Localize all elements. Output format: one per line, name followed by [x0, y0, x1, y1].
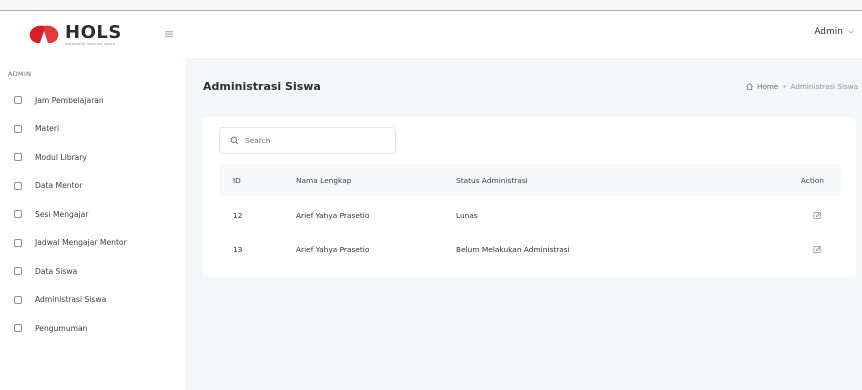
sidebar-item-label: Jadwal Mengajar Mentor	[35, 238, 127, 248]
column-header-name: Nama Lengkap	[296, 175, 352, 185]
sidebar-item-administrasi-siswa[interactable]: Administrasi Siswa	[0, 286, 185, 315]
cell-status: Belum Melakukan Administrasi	[456, 244, 570, 254]
cell-name: Arief Yahya Prasetio	[296, 210, 370, 220]
content-card: ID Nama Lengkap Status Administrasi Acti…	[203, 117, 856, 277]
menu-square-icon	[14, 238, 22, 247]
menu-square-icon	[14, 96, 22, 105]
logo-title: HOLS	[65, 21, 122, 43]
sidebar-menu: Jam Pembelajaran Materi Modul Library Da…	[0, 86, 185, 343]
edit-icon[interactable]	[813, 245, 822, 254]
sidebar-item-data-siswa[interactable]: Data Siswa	[0, 257, 185, 286]
sidebar-item-label: Data Mentor	[35, 181, 83, 191]
breadcrumb-home-link[interactable]: Home	[757, 82, 778, 91]
top-bar: HOLS hospitality learning space Admin	[0, 10, 862, 58]
breadcrumb: Home • Administrasi Siswa	[745, 82, 858, 91]
menu-square-icon	[14, 181, 22, 190]
logo-tagline: hospitality learning space	[65, 41, 116, 46]
edit-icon[interactable]	[813, 211, 822, 220]
breadcrumb-current: Administrasi Siswa	[790, 82, 858, 91]
column-header-status: Status Administrasi	[456, 175, 528, 185]
search-icon	[230, 136, 239, 145]
sidebar-item-data-mentor[interactable]: Data Mentor	[0, 172, 185, 201]
cell-id: 13	[233, 244, 243, 254]
sidebar-item-label: Pengumuman	[35, 323, 88, 333]
cell-id: 12	[233, 210, 243, 220]
app-logo[interactable]: HOLS hospitality learning space	[26, 23, 122, 47]
table-row: 12 Arief Yahya Prasetio Lunas	[219, 198, 841, 232]
sidebar-item-label: Jam Pembelajaran	[35, 95, 104, 105]
sidebar-item-label: Sesi Mengajar	[35, 209, 89, 219]
cell-name: Arief Yahya Prasetio	[296, 244, 370, 254]
menu-square-icon	[14, 267, 22, 276]
menu-toggle-icon[interactable]	[163, 28, 175, 40]
sidebar-item-label: Data Siswa	[35, 266, 78, 276]
chevron-down-icon	[848, 30, 854, 34]
table-header: ID Nama Lengkap Status Administrasi Acti…	[219, 164, 841, 196]
sidebar-item-label: Administrasi Siswa	[35, 295, 107, 305]
sidebar-heading: ADMIN	[8, 70, 32, 78]
home-icon	[746, 83, 753, 91]
sidebar-item-pengumuman[interactable]: Pengumuman	[0, 314, 185, 343]
column-header-action: Action	[800, 175, 824, 185]
sidebar-item-label: Materi	[35, 124, 60, 134]
sidebar-item-jadwal-mengajar-mentor[interactable]: Jadwal Mengajar Mentor	[0, 229, 185, 258]
sidebar-item-jam-pembelajaran[interactable]: Jam Pembelajaran	[0, 86, 185, 115]
user-menu[interactable]: Admin	[814, 27, 854, 37]
sidebar-item-materi[interactable]: Materi	[0, 115, 185, 144]
search-box[interactable]	[219, 127, 396, 154]
breadcrumb-separator: •	[782, 82, 787, 91]
menu-square-icon	[14, 295, 22, 304]
sidebar: ADMIN Jam Pembelajaran Materi Modul Libr…	[0, 58, 185, 390]
search-input[interactable]	[245, 136, 385, 145]
menu-square-icon	[14, 210, 22, 219]
hols-logo-icon	[29, 25, 59, 44]
sidebar-item-label: Modul Library	[35, 152, 87, 162]
menu-square-icon	[14, 324, 22, 333]
menu-square-icon	[14, 124, 22, 133]
table-row: 13 Arief Yahya Prasetio Belum Melakukan …	[219, 232, 841, 266]
user-name: Admin	[814, 27, 843, 37]
menu-square-icon	[14, 153, 22, 162]
sidebar-item-sesi-mengajar[interactable]: Sesi Mengajar	[0, 200, 185, 229]
column-header-id: ID	[233, 175, 241, 185]
sidebar-item-modul-library[interactable]: Modul Library	[0, 143, 185, 172]
page-title: Administrasi Siswa	[203, 80, 321, 93]
cell-status: Lunas	[456, 210, 478, 220]
